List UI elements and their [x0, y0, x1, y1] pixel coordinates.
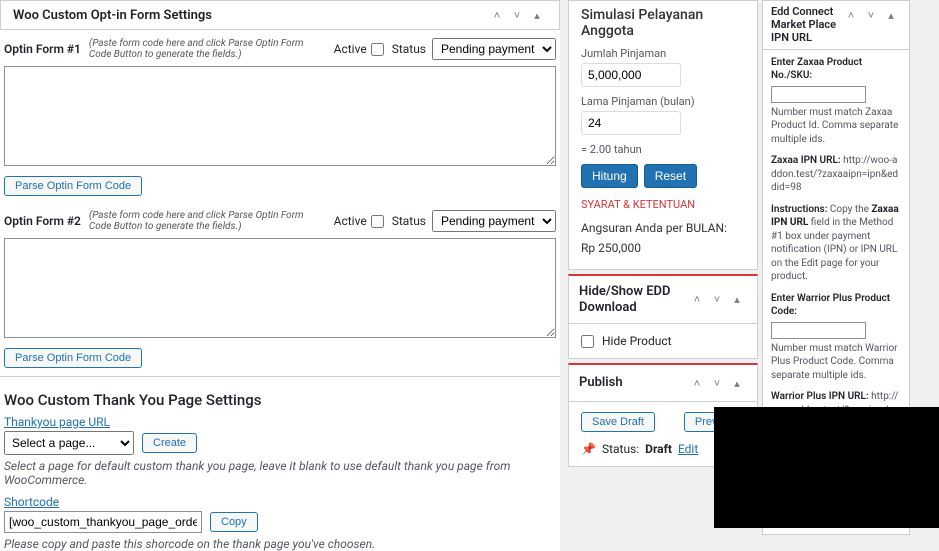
zaxaa-sku-label: Enter Zaxaa Product No./SKU: [771, 56, 901, 83]
simulasi-panel: Simulasi Pelayanan Anggota Jumlah Pinjam… [568, 0, 758, 270]
chevron-up-icon[interactable]: ˄ [841, 5, 861, 25]
zaxaa-sku-help: Number must match Zaxaa Product Id. Comm… [771, 106, 901, 147]
warrior-code-help: Number must match Warrior Plus Product C… [771, 342, 901, 383]
form1-hint: (Paste form code here and click Parse Op… [89, 38, 326, 60]
zaxaa-sku-input[interactable] [771, 86, 866, 103]
optin-panel-toggles: ˄ ˅ ▴ [487, 5, 547, 25]
publish-status-edit[interactable]: Edit [678, 442, 698, 456]
save-draft-button[interactable]: Save Draft [581, 412, 655, 432]
caret-up-icon[interactable]: ▴ [527, 5, 547, 25]
thankyou-url-label: Thankyou page URL [4, 415, 556, 429]
chevron-up-icon[interactable]: ˄ [487, 5, 507, 25]
pin-icon: 📌 [581, 442, 596, 456]
thankyou-title: Woo Custom Thank You Page Settings [4, 391, 556, 409]
shortcode-label: Shortcode [4, 495, 556, 509]
caret-up-icon[interactable]: ▴ [881, 5, 901, 25]
edd-ipn-title: Edd Connect Market Place IPN URL [771, 5, 841, 45]
form1-textarea[interactable] [4, 66, 556, 166]
form2-active-checkbox[interactable] [371, 215, 384, 228]
form1-active-checkbox[interactable] [371, 43, 384, 56]
publish-title: Publish [579, 375, 623, 391]
hide-product-label: Hide Product [602, 334, 672, 348]
hide-product-checkbox[interactable] [581, 335, 594, 348]
form2-status-select[interactable]: Pending payment [432, 210, 556, 232]
hideshow-title: Hide/Show EDD Download [579, 284, 687, 315]
optin-panel-header: Woo Custom Opt-in Form Settings ˄ ˅ ▴ [1, 1, 559, 29]
jumlah-input[interactable] [581, 63, 681, 87]
shortcode-help: Please copy and paste this shorcode on t… [4, 537, 556, 551]
publish-status-label: Status: [602, 442, 639, 456]
angsuran-value: Rp 250,000 [569, 241, 757, 261]
hideshow-panel: Hide/Show EDD Download ˄ ˅ ▴ Hide Produc… [568, 274, 758, 359]
form2-row: Optin Form #2 (Paste form code here and … [0, 196, 560, 232]
chevron-down-icon[interactable]: ˅ [861, 5, 881, 25]
thankyou-create-button[interactable]: Create [142, 433, 197, 453]
form2-label: Optin Form #2 [4, 214, 81, 228]
warrior-code-label: Enter Warrior Plus Product Code: [771, 292, 901, 319]
caret-up-icon[interactable]: ▴ [727, 290, 747, 310]
chevron-down-icon[interactable]: ˅ [707, 373, 727, 393]
angsuran-label: Angsuran Anda per BULAN: [569, 215, 757, 241]
simulasi-title: Simulasi Pelayanan Anggota [569, 7, 757, 45]
thankyou-page-help: Select a page for default custom thank y… [4, 459, 556, 487]
optin-panel: Woo Custom Opt-in Form Settings ˄ ˅ ▴ [0, 0, 560, 30]
chevron-up-icon[interactable]: ˄ [687, 290, 707, 310]
jumlah-label: Jumlah Pinjaman [581, 47, 745, 60]
chevron-down-icon[interactable]: ˅ [707, 290, 727, 310]
zaxaa-ipn-label: Zaxaa IPN URL: [771, 155, 841, 166]
form1-parse-button[interactable]: Parse Optin Form Code [4, 176, 142, 196]
chevron-up-icon[interactable]: ˄ [687, 373, 707, 393]
form2-status-label: Status [392, 214, 426, 228]
thankyou-section: Woo Custom Thank You Page Settings Thank… [0, 377, 560, 551]
syarat-link[interactable]: SYARAT & KETENTUAN [569, 194, 757, 215]
hide-product-row[interactable]: Hide Product [581, 334, 745, 348]
warrior-ipn-label: Warrior Plus IPN URL: [771, 391, 869, 402]
form2-hint: (Paste form code here and click Parse Op… [89, 210, 326, 232]
form1-label: Optin Form #1 [4, 42, 81, 56]
warrior-code-input[interactable] [771, 322, 866, 339]
form1-active-label: Active [334, 42, 367, 56]
form1-status-label: Status [392, 42, 426, 56]
lama-label: Lama Pinjaman (bulan) [581, 95, 745, 108]
form1-row: Optin Form #1 (Paste form code here and … [0, 38, 560, 60]
lama-equals: = 2.00 tahun [569, 141, 757, 158]
black-region [714, 407, 939, 528]
form1-status-select[interactable]: Pending payment [432, 38, 556, 60]
chevron-down-icon[interactable]: ˅ [507, 5, 527, 25]
publish-status-value: Draft [645, 442, 672, 456]
zaxaa-instr-text1: Copy the [830, 204, 872, 215]
optin-forms-body: Optin Form #1 (Paste form code here and … [0, 30, 560, 551]
thankyou-page-select[interactable]: Select a page... [4, 431, 134, 455]
shortcode-copy-button[interactable]: Copy [210, 512, 258, 532]
caret-up-icon[interactable]: ▴ [727, 373, 747, 393]
lama-input[interactable] [581, 111, 681, 135]
shortcode-input[interactable] [4, 511, 202, 533]
optin-panel-title: Woo Custom Opt-in Form Settings [13, 8, 212, 23]
hitung-button[interactable]: Hitung [581, 164, 638, 188]
middle-column: Simulasi Pelayanan Anggota Jumlah Pinjam… [568, 0, 758, 471]
form2-parse-button[interactable]: Parse Optin Form Code [4, 348, 142, 368]
form2-active-label: Active [334, 214, 367, 228]
zaxaa-instr-label: Instructions: [771, 204, 827, 215]
left-column: Woo Custom Opt-in Form Settings ˄ ˅ ▴ Op… [0, 0, 560, 551]
form2-textarea[interactable] [4, 238, 556, 338]
reset-button[interactable]: Reset [644, 164, 697, 188]
